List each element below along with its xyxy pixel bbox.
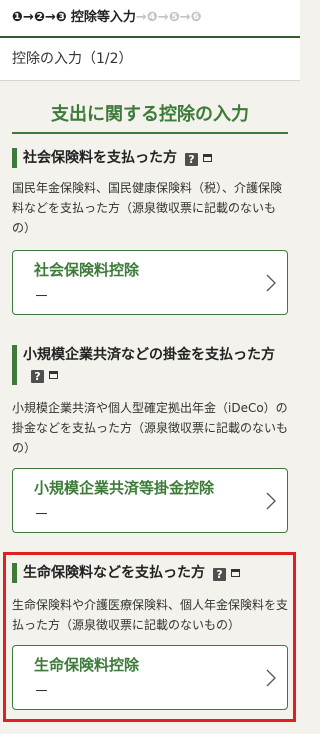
section-title-text: 社会保険料を支払った方	[23, 150, 177, 166]
step-4: ❹	[146, 10, 158, 25]
step-6: ❻	[190, 10, 202, 25]
new-window-icon	[203, 154, 212, 162]
step-2: ❷	[33, 10, 45, 25]
new-window-icon	[231, 569, 240, 577]
card-title: 社会保険料控除	[34, 261, 140, 279]
deduction-card-small-business-mutual-aid[interactable]: 小規模企業共済等掛金控除 －	[12, 468, 288, 533]
section-social-insurance: 社会保険料を支払った方 国民年金保険料、国民健康保険料（税）、介護保険料などを支…	[12, 148, 288, 315]
step-arrow: →	[179, 10, 191, 25]
chevron-right-icon	[266, 274, 276, 291]
help-icon[interactable]	[185, 153, 198, 166]
step-arrow: →	[157, 10, 169, 25]
section-small-business-mutual-aid: 小規模企業共済などの掛金を支払った方 小規模企業共済や個人型確定拠出年金（iDe…	[12, 345, 288, 533]
step-arrow: →	[135, 10, 147, 25]
section-title-text: 小規模企業共済などの掛金を支払った方	[23, 347, 275, 363]
help-icon[interactable]	[213, 568, 226, 581]
section-title: 生命保険料などを支払った方	[12, 563, 288, 583]
section-title-text: 生命保険料などを支払った方	[23, 565, 205, 581]
main-content: 支出に関する控除の入力 社会保険料を支払った方 国民年金保険料、国民健康保険料（…	[0, 102, 300, 722]
step-5: ❺	[168, 10, 180, 25]
deduction-card-social-insurance[interactable]: 社会保険料控除 －	[12, 250, 288, 315]
card-title: 生命保険料控除	[34, 656, 140, 674]
highlight-box-life-insurance: 生命保険料などを支払った方 生命保険料や介護医療保険料、個人年金保険料を支払った…	[3, 552, 296, 722]
step-arrow: →	[44, 10, 56, 25]
step-3-current: ❸	[55, 10, 67, 25]
card-amount: －	[34, 505, 50, 523]
deduction-card-life-insurance[interactable]: 生命保険料控除 －	[12, 645, 288, 710]
section-description: 生命保険料や介護医療保険料、個人年金保険料を支払った方（源泉徴収票に記載のないも…	[12, 598, 289, 632]
new-window-icon	[49, 371, 58, 379]
card-amount: －	[34, 287, 50, 305]
step-arrow: →	[23, 10, 34, 25]
section-title: 社会保険料を支払った方	[12, 148, 288, 168]
section-title: 小規模企業共済などの掛金を支払った方	[12, 345, 288, 385]
step-1: ❶	[12, 10, 24, 25]
card-title: 小規模企業共済等掛金控除	[34, 479, 215, 497]
card-amount: －	[34, 682, 50, 700]
chevron-right-icon	[266, 669, 276, 686]
step-indicator: ❶→❷→❸ 控除等入力→❹→❺→❻	[0, 0, 300, 38]
help-icon[interactable]	[31, 370, 44, 383]
current-step-label: 控除等入力	[70, 10, 136, 25]
page-title: 支出に関する控除の入力	[12, 102, 288, 134]
section-description: 国民年金保険料、国民健康保険料（税）、介護保険料などを支払った方（源泉徴収票に記…	[12, 181, 283, 235]
page-subheader: 控除の入力（1/2）	[0, 38, 300, 81]
section-description: 小規模企業共済や個人型確定拠出年金（iDeCo）の掛金などを支払った方（源泉徴収…	[12, 401, 289, 455]
chevron-right-icon	[266, 492, 276, 509]
